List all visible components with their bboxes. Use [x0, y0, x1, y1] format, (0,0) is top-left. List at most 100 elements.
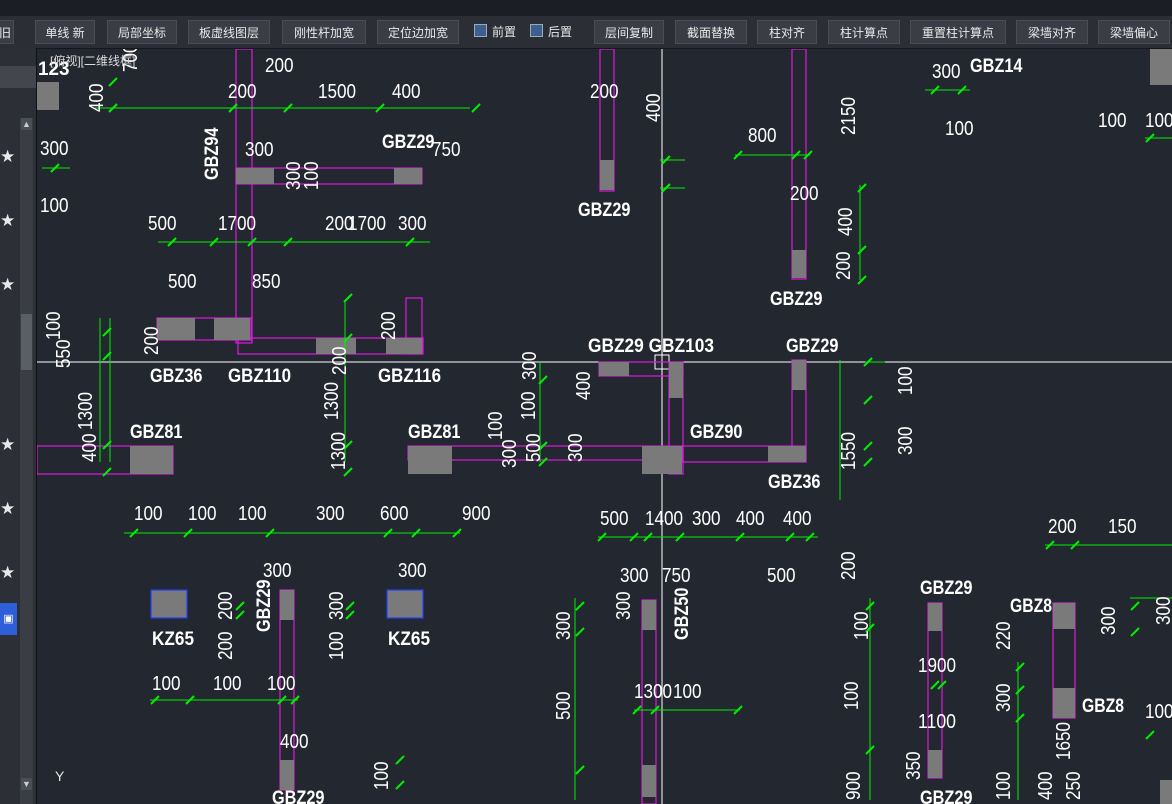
dimension-text: 500: [148, 213, 177, 235]
dimension-text: 200: [790, 183, 819, 205]
column-label: GBZ8: [1010, 596, 1052, 617]
column-hatch: [792, 250, 806, 278]
column-label: GBZ29: [272, 788, 325, 804]
column-hatch: [599, 362, 629, 376]
column-hatch: [37, 82, 59, 110]
reset-column-calc-point-button[interactable]: 重置柱计算点: [910, 20, 1006, 44]
column-align-button[interactable]: 柱对齐: [757, 20, 817, 44]
favorite-star-icon[interactable]: ★: [0, 436, 15, 454]
column-hatch: [792, 360, 806, 390]
dimension-text: 200: [590, 81, 619, 103]
dimension-text: 300: [326, 592, 348, 621]
bring-front-button[interactable]: 前置: [474, 20, 516, 44]
dimension-text: 800: [748, 125, 777, 147]
scroll-down-icon[interactable]: ▼: [21, 778, 32, 790]
send-back-button[interactable]: 后置: [530, 20, 572, 44]
column-label: GBZ29: [578, 200, 631, 221]
toolbar-button-partial[interactable]: 旧: [0, 20, 14, 44]
dimension-text: 200: [215, 632, 237, 661]
dimension-text: 200: [838, 552, 860, 581]
dimension-tick: [108, 77, 118, 87]
shear-wall-outline: [235, 49, 253, 184]
toolbar: 旧 单线 新 局部坐标 板虚线图层 刚性杆加宽 定位边加宽 前置 后置 层间复制…: [0, 16, 1172, 49]
clipboard-icon[interactable]: ▣: [0, 603, 17, 635]
dimension-text: 100: [301, 162, 323, 191]
dimension-tick: [343, 293, 353, 303]
panel-scrollbar[interactable]: ▲ ▼: [20, 118, 33, 804]
dimension-tick: [1130, 601, 1140, 611]
dimension-text: 100: [895, 367, 917, 396]
dimension-text: 900: [843, 772, 865, 801]
dimension-text: 300: [40, 138, 69, 160]
column-label: GBZ29: [920, 578, 973, 599]
column-hatch: [1150, 49, 1172, 85]
dimension-text: 500: [523, 434, 545, 463]
viewport-label[interactable]: [俯视][二维线框]: [50, 52, 135, 69]
dimension-text: 400: [1035, 772, 1057, 801]
dimension-text: 200: [329, 347, 351, 376]
column-label: GBZ36: [768, 472, 821, 493]
dimension-tick: [857, 245, 867, 255]
scrollbar-thumb[interactable]: [21, 314, 32, 370]
dimension-text: 1400: [645, 508, 683, 530]
favorite-star-icon[interactable]: ★: [0, 276, 15, 294]
column-hatch: [642, 600, 656, 630]
column-hatch: [1053, 688, 1075, 718]
favorite-star-icon[interactable]: ★: [0, 148, 15, 166]
column-hatch: [280, 760, 294, 790]
column-hatch: [1053, 603, 1075, 629]
dimension-text: 100: [188, 503, 217, 525]
dimension-text: 250: [1063, 772, 1085, 801]
column-label: GBZ90: [690, 422, 743, 443]
drawing-canvas[interactable]: GBZ94 GBZ29 GBZ29 GBZ14 GBZ29 GBZ36 GBZ110 GBZ1…: [37, 49, 1172, 804]
beam-wall-eccentric-button[interactable]: 梁墙偏心: [1098, 20, 1170, 44]
rigid-bar-widen-button[interactable]: 刚性杆加宽: [282, 20, 366, 44]
section-replace-button[interactable]: 截面替换: [675, 20, 747, 44]
kz-column: [386, 589, 424, 619]
bring-front-icon: [474, 24, 487, 37]
dimension-tick: [863, 441, 873, 451]
dimension-text: 500: [168, 271, 197, 293]
column-label: GBZ116: [378, 366, 441, 387]
column-hatch: [768, 446, 806, 462]
favorite-star-icon[interactable]: ★: [0, 500, 15, 518]
dimension-text: 300: [620, 565, 649, 587]
dimension-text: 400: [643, 94, 665, 123]
column-label: GBZ110: [228, 366, 291, 387]
single-line-button[interactable]: 单线 新: [35, 20, 95, 44]
dimension-text: 300: [398, 560, 427, 582]
dimension-text: 200: [325, 213, 354, 235]
local-coordinate-button[interactable]: 局部坐标: [107, 20, 177, 44]
dimension-text: 100: [841, 682, 863, 711]
dimension-tick: [575, 765, 585, 775]
dimension-text: 850: [252, 271, 281, 293]
locate-edge-widen-button[interactable]: 定位边加宽: [377, 20, 459, 44]
dimension-text: 300: [565, 434, 587, 463]
dimension-text: 900: [462, 503, 491, 525]
dimension-text: 100: [267, 673, 296, 695]
column-calc-point-button[interactable]: 柱计算点: [828, 20, 900, 44]
slab-dashed-layer-button[interactable]: 板虚线图层: [188, 20, 270, 44]
favorite-star-icon[interactable]: ★: [0, 564, 15, 582]
dimension-text: 300: [316, 503, 345, 525]
dimension-text: 100: [1145, 701, 1172, 723]
floor-copy-button[interactable]: 层间复制: [594, 20, 664, 44]
dimension-tick: [575, 627, 585, 637]
scroll-up-icon[interactable]: ▲: [21, 118, 32, 130]
dimension-text: 200: [141, 327, 163, 356]
dimension-text: 550: [53, 340, 75, 369]
column-label: GBZ8: [1082, 696, 1124, 717]
beam-wall-align-button[interactable]: 梁墙对齐: [1016, 20, 1088, 44]
dimension-text: 300: [263, 560, 292, 582]
dimension-text: 750: [432, 139, 461, 161]
dimension-text: 100: [40, 195, 69, 217]
dimension-text: 100: [238, 503, 267, 525]
dimension-text: 200: [1048, 516, 1077, 538]
dimension-text: 100: [213, 673, 242, 695]
dimension-tick: [471, 103, 481, 113]
dimension-text: 1700: [348, 213, 386, 235]
dimension-tick: [575, 601, 585, 611]
favorite-star-icon[interactable]: ★: [0, 212, 15, 230]
dimension-text: 100: [1098, 110, 1127, 132]
dimension-tick: [235, 601, 245, 611]
